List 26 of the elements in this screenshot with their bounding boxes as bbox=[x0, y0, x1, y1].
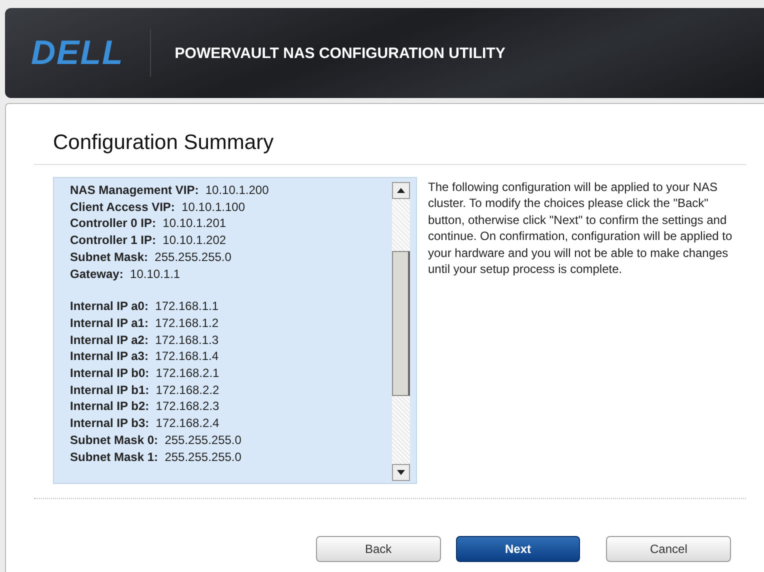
scroll-down-icon[interactable] bbox=[392, 464, 410, 481]
app-title: POWERVAULT NAS CONFIGURATION UTILITY bbox=[174, 44, 506, 62]
instructions-text: The following configuration will be applied to your NAS cluster. To modify the choices please click the "Back" button, otherwise click "Next" to confirm the settings and continue. On confirmation, configuration will be applied to your hardware and you will not be able to make changes until your setup process is complete. bbox=[428, 179, 734, 278]
summary-entry: Internal IP a2: 172.168.1.3 bbox=[70, 332, 220, 348]
summary-entry: Client Access VIP: 10.10.1.100 bbox=[70, 198, 246, 216]
summary-entry: Subnet Mask 1: 255.255.255.0 bbox=[70, 448, 242, 466]
nav-button[interactable]: Next bbox=[456, 536, 580, 562]
summary-entry: Gateway: 10.10.1.1 bbox=[70, 266, 182, 282]
summary-entry: Internal IP b1: 172.168.2.2 bbox=[70, 382, 220, 398]
page-title: Configuration Summary bbox=[52, 130, 275, 156]
nav-button[interactable]: Cancel bbox=[606, 536, 732, 562]
summary-entry: NAS Management VIP: 10.10.1.200 bbox=[70, 182, 270, 199]
nav-button[interactable]: Back bbox=[316, 536, 441, 562]
summary-entry: Controller 1 IP: 10.10.1.202 bbox=[70, 232, 228, 249]
summary-entry: Internal IP a0: 172.168.1.1 bbox=[70, 298, 220, 315]
logo: DELL bbox=[31, 34, 124, 72]
scrollbar[interactable] bbox=[392, 182, 410, 481]
summary-entry: Internal IP b0: 172.168.2.1 bbox=[70, 365, 220, 382]
summary-entry: Subnet Mask 0: 255.255.255.0 bbox=[70, 432, 242, 449]
summary-entry: Internal IP b3: 172.168.2.4 bbox=[70, 415, 220, 432]
summary-entry: Internal IP a3: 172.168.1.4 bbox=[70, 348, 220, 366]
scroll-up-icon[interactable] bbox=[392, 182, 410, 199]
summary-entry: Subnet Mask: 255.255.255.0 bbox=[70, 248, 232, 266]
summary-entry: Internal IP b2: 172.168.2.3 bbox=[70, 398, 220, 416]
summary-entry: Controller 0 IP: 10.10.1.201 bbox=[70, 215, 228, 232]
summary-entry: Internal IP a1: 172.168.1.2 bbox=[70, 314, 220, 332]
